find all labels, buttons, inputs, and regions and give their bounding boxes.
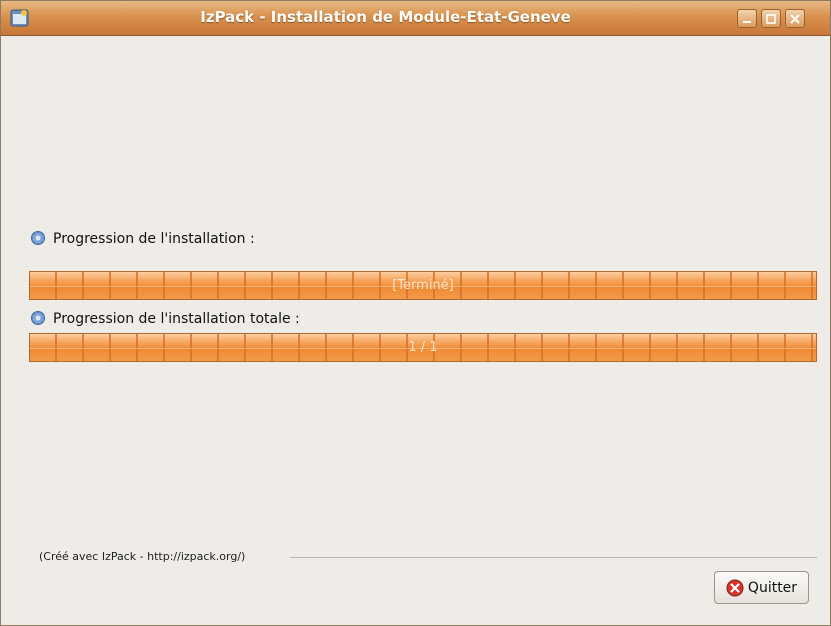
installer-window: IzPack - Installation de Module-Etat-Gen… <box>0 0 831 626</box>
overall-progress-status: 1 / 1 <box>408 340 438 355</box>
close-button[interactable] <box>785 9 805 28</box>
quit-button[interactable]: Quitter <box>714 571 809 604</box>
pack-progress-label: Progression de l'installation : <box>30 230 255 247</box>
pack-progress-status: [Terminé] <box>392 278 454 293</box>
minimize-icon <box>743 21 751 23</box>
overall-progress-label: Progression de l'installation totale : <box>30 310 300 327</box>
pack-progress-text: Progression de l'installation : <box>53 231 255 247</box>
pack-progress-bar: [Terminé] <box>29 271 817 300</box>
close-icon <box>790 14 800 24</box>
quit-label: Quitter <box>747 579 798 596</box>
overall-progress-text: Progression de l'installation totale : <box>53 311 300 327</box>
gear-icon <box>31 231 45 245</box>
error-icon <box>726 579 744 596</box>
maximize-icon <box>766 14 776 24</box>
maximize-button[interactable] <box>761 9 781 28</box>
overall-progress-bar: 1 / 1 <box>29 333 817 362</box>
title-bar[interactable]: IzPack - Installation de Module-Etat-Gen… <box>1 1 830 36</box>
minimize-button[interactable] <box>737 9 757 28</box>
footer-divider <box>290 557 817 558</box>
window-title: IzPack - Installation de Module-Etat-Gen… <box>200 8 571 26</box>
gear-icon <box>31 311 45 325</box>
izpack-credit: (Créé avec IzPack - http://izpack.org/) <box>39 550 246 563</box>
